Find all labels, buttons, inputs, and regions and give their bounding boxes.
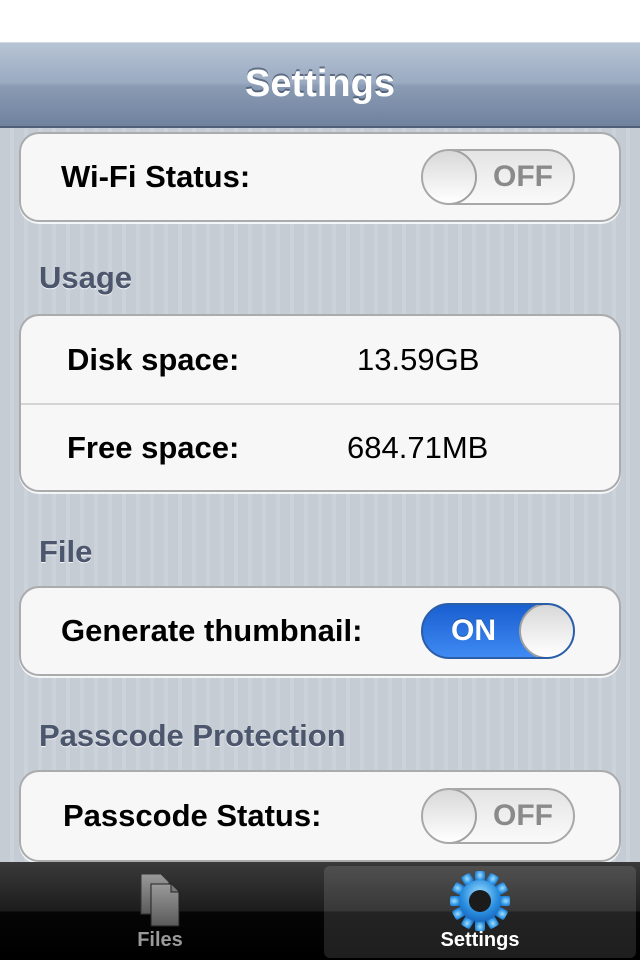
wifi-toggle-text: OFF xyxy=(493,160,553,193)
toggle-knob xyxy=(423,151,477,203)
passcode-toggle-text: OFF xyxy=(493,799,553,832)
tab-files[interactable]: Files xyxy=(4,866,316,958)
toggle-knob xyxy=(423,790,477,842)
generate-thumbnail-label: Generate thumbnail: xyxy=(61,613,363,648)
free-space-value: 684.71MB xyxy=(347,429,489,465)
settings-content[interactable]: Wi-Fi Status: OFF Usage Disk space: 13.5… xyxy=(0,128,640,862)
files-icon xyxy=(135,870,185,933)
gear-icon xyxy=(449,870,511,937)
status-bar-area xyxy=(0,0,640,42)
usage-section-header: Usage xyxy=(39,260,133,295)
thumbnail-toggle-text: ON xyxy=(451,614,496,647)
wifi-status-row: Wi-Fi Status: OFF xyxy=(21,134,619,220)
tab-settings[interactable]: Settings xyxy=(324,866,636,958)
disk-space-label: Disk space: xyxy=(67,341,240,377)
generate-thumbnail-row: Generate thumbnail: ON xyxy=(21,588,619,674)
wifi-group: Wi-Fi Status: OFF xyxy=(19,132,621,222)
passcode-group: Passcode Status: OFF xyxy=(19,770,621,862)
passcode-status-toggle[interactable]: OFF xyxy=(421,788,575,844)
toggle-knob xyxy=(519,605,573,657)
passcode-status-label: Passcode Status: xyxy=(63,798,322,833)
passcode-status-row: Passcode Status: OFF xyxy=(21,772,619,860)
tab-files-label: Files xyxy=(137,929,183,951)
free-space-label: Free space: xyxy=(67,429,240,465)
file-group: Generate thumbnail: ON xyxy=(19,586,621,676)
wifi-status-toggle[interactable]: OFF xyxy=(421,149,575,205)
tab-bar: Files Settings xyxy=(0,862,640,960)
page-title: Settings xyxy=(245,63,395,105)
free-space-row: Free space: 684.71MB xyxy=(21,403,619,490)
usage-group: Disk space: 13.59GB Free space: 684.71MB xyxy=(19,314,621,492)
generate-thumbnail-toggle[interactable]: ON xyxy=(421,603,575,659)
navigation-bar: Settings xyxy=(0,42,640,128)
disk-space-row: Disk space: 13.59GB xyxy=(21,316,619,403)
tab-settings-label: Settings xyxy=(440,929,520,951)
passcode-section-header: Passcode Protection xyxy=(39,718,346,753)
disk-space-value: 13.59GB xyxy=(357,341,480,377)
wifi-status-label: Wi-Fi Status: xyxy=(61,159,251,194)
file-section-header: File xyxy=(39,534,93,569)
